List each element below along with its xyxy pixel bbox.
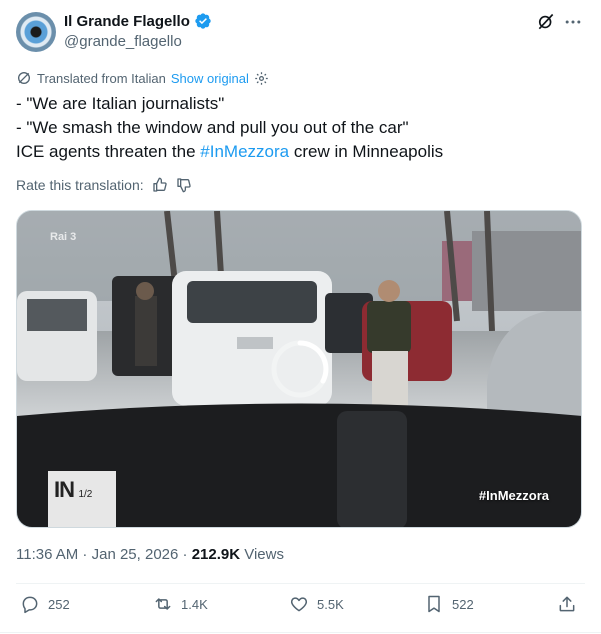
- post-time[interactable]: 11:36 AM: [16, 546, 78, 563]
- channel-logo: Rai 3: [50, 231, 77, 243]
- meta-separator-2: ·: [178, 546, 192, 563]
- post-line-3-prefix: ICE agents threaten the: [16, 142, 201, 161]
- meta-separator: ·: [78, 546, 92, 563]
- display-name[interactable]: Il Grande Flagello: [64, 13, 190, 30]
- author-name-row: Il Grande Flagello: [64, 12, 212, 30]
- post-meta: 11:36 AM · Jan 25, 2026 · 212.9K Views: [16, 546, 284, 563]
- post-line-3: ICE agents threaten the #InMezzora crew …: [16, 140, 586, 164]
- thumbs-up-icon[interactable]: [152, 177, 168, 193]
- heart-icon: [290, 597, 308, 612]
- show-logo: IN 1/2: [48, 471, 116, 527]
- verified-badge-icon: [195, 13, 211, 29]
- translation-notice: Translated from Italian Show original: [16, 70, 269, 86]
- hashtag-link[interactable]: #InMezzora: [200, 142, 289, 161]
- post-line-3-suffix: crew in Minneapolis: [289, 142, 444, 161]
- bookmark-count: 522: [452, 596, 474, 612]
- views-count: 212.9K: [191, 546, 241, 563]
- translate-icon: [18, 72, 30, 84]
- rate-translation: Rate this translation:: [16, 177, 192, 193]
- action-bar: 252 1.4K 5.5K 522: [0, 594, 601, 622]
- tweet: Il Grande Flagello @grande_flagello Tran…: [0, 0, 601, 634]
- bookmark-button[interactable]: 522: [424, 594, 474, 614]
- like-count: 5.5K: [317, 596, 344, 612]
- rate-translation-label: Rate this translation:: [16, 177, 144, 193]
- thumbs-down-icon[interactable]: [176, 177, 192, 193]
- post-text: - "We are Italian journalists" - "We sma…: [16, 92, 586, 164]
- more-options-icon[interactable]: [563, 12, 583, 32]
- post-line-2: - "We smash the window and pull you out …: [16, 118, 409, 137]
- post-line-1: - "We are Italian journalists": [16, 94, 225, 113]
- repost-count: 1.4K: [181, 596, 208, 612]
- video-player[interactable]: Rai 3 IN 1/2 #InMezzora: [16, 210, 582, 528]
- avatar[interactable]: [16, 12, 56, 52]
- reply-button[interactable]: 252: [20, 594, 70, 614]
- translated-from-label: Translated from Italian: [37, 70, 166, 86]
- repost-icon: [155, 598, 171, 610]
- handle[interactable]: @grande_flagello: [64, 33, 182, 50]
- share-icon: [559, 596, 575, 612]
- divider: [16, 583, 585, 584]
- gear-icon[interactable]: [254, 71, 269, 86]
- post-date[interactable]: Jan 25, 2026: [92, 546, 179, 563]
- reply-count: 252: [48, 596, 70, 612]
- repost-button[interactable]: 1.4K: [153, 594, 208, 614]
- show-logo-text: IN: [54, 477, 75, 502]
- like-button[interactable]: 5.5K: [289, 594, 344, 614]
- show-logo-fraction: 1/2: [78, 489, 93, 500]
- grok-icon[interactable]: [536, 12, 556, 32]
- video-hashtag-overlay: #InMezzora: [478, 488, 549, 503]
- bookmark-icon: [428, 595, 440, 613]
- reply-icon: [22, 596, 38, 614]
- show-original-link[interactable]: Show original: [171, 71, 249, 86]
- share-button[interactable]: [557, 594, 577, 614]
- bottom-divider: [0, 632, 601, 633]
- views-label: Views: [240, 546, 284, 563]
